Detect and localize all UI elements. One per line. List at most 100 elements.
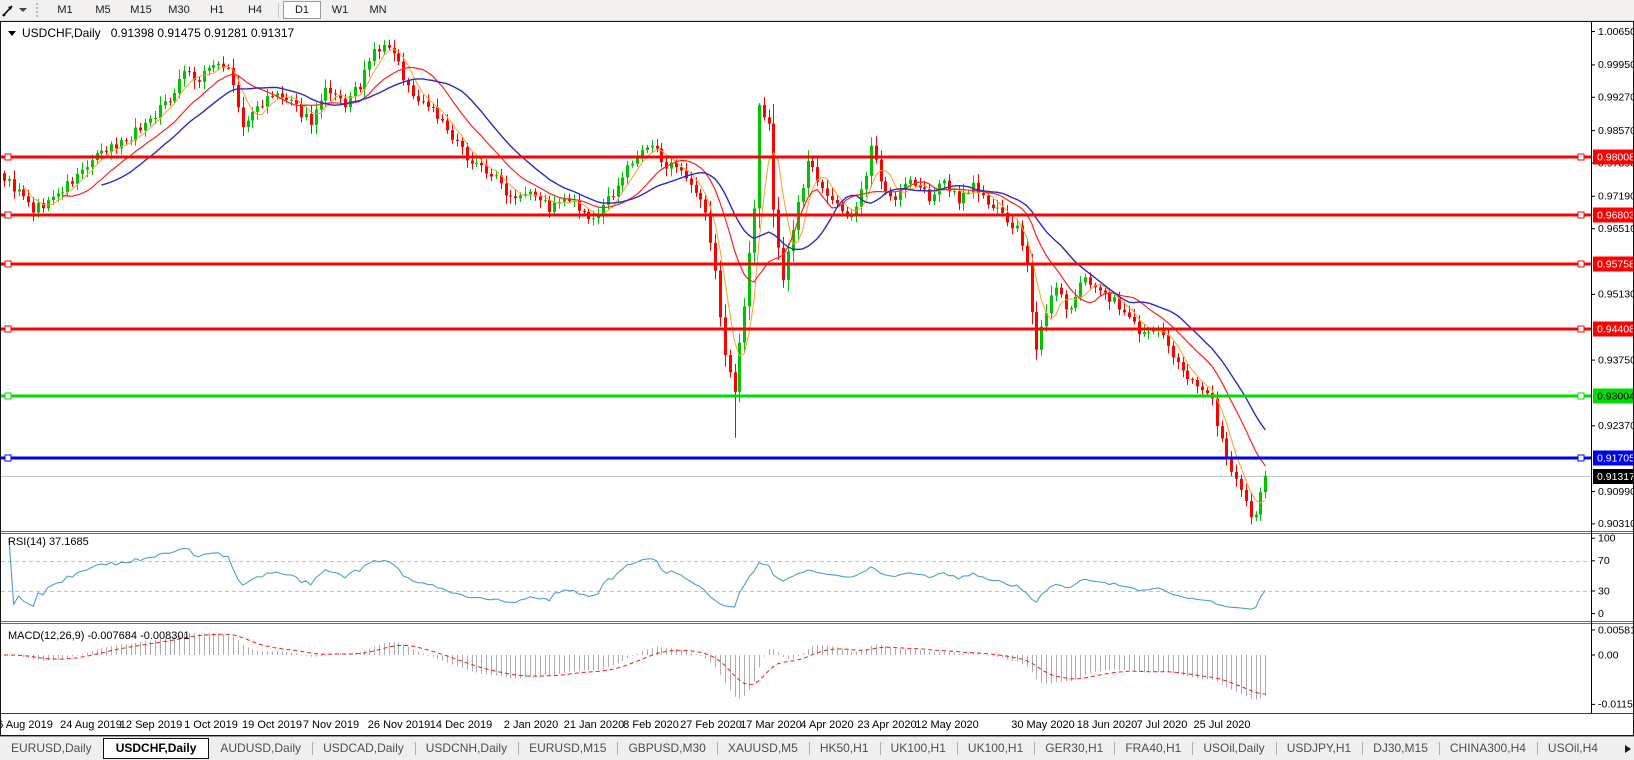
date-label: 25 Jul 2020 bbox=[1193, 719, 1251, 731]
price-tick-label: 0.93750 bbox=[1598, 354, 1633, 366]
macd-tick-label: 0.00 bbox=[1598, 649, 1619, 661]
title-caret-icon[interactable] bbox=[8, 30, 16, 36]
date-label: 27 Feb 2020 bbox=[680, 719, 742, 731]
tab-usoil-h4[interactable]: USOil,H4 bbox=[1536, 738, 1609, 759]
date-label: 18 Jun 2020 bbox=[1076, 719, 1138, 731]
timeframe-button-m5[interactable]: M5 bbox=[84, 1, 122, 19]
date-label: 8 Feb 2020 bbox=[623, 719, 679, 731]
tab-hk50-h1[interactable]: HK50,H1 bbox=[808, 738, 880, 759]
symbol-tabs-bar: EURUSD,Daily USDCHF,Daily AUDUSD,Daily USDC… bbox=[0, 736, 1634, 760]
horizontal-line-0.91705[interactable]: 0.91705 bbox=[1, 450, 1633, 466]
price-tick-label: 0.92370 bbox=[1598, 420, 1633, 432]
tab-eurusd-daily[interactable]: EURUSD,Daily bbox=[0, 738, 103, 759]
tab-gbpusd-m30[interactable]: GBPUSD,M30 bbox=[617, 738, 716, 759]
tab-uk100-h1[interactable]: UK100,H1 bbox=[956, 738, 1034, 759]
timeframe-button-m1[interactable]: M1 bbox=[46, 1, 84, 19]
chart-plot-area[interactable]: 1.006500.999500.992700.985700.978900.971… bbox=[1, 22, 1633, 735]
date-label: 24 Aug 2019 bbox=[60, 719, 122, 731]
date-label: 2 Jan 2020 bbox=[503, 719, 559, 731]
tab-fra40-h1[interactable]: FRA40,H1 bbox=[1114, 738, 1192, 759]
tab-usdjpy-h1[interactable]: USDJPY,H1 bbox=[1275, 738, 1362, 759]
tab-ger30-h1[interactable]: GER30,H1 bbox=[1034, 738, 1114, 759]
date-label: 6 Aug 2019 bbox=[0, 719, 53, 731]
candles-layer bbox=[3, 39, 1267, 525]
price-tick-label: 0.99950 bbox=[1598, 59, 1633, 71]
ma-13-line bbox=[62, 66, 1266, 467]
macd-indicator-label: MACD(12,26,9) -0.007684 -0.008301 bbox=[8, 630, 190, 642]
chart-symbol-label: USDCHF,Daily bbox=[22, 26, 101, 40]
price-line-badge-label: 0.91705 bbox=[1597, 452, 1633, 464]
rsi-line bbox=[8, 538, 1266, 610]
price-line-badge-label: 0.94408 bbox=[1597, 323, 1633, 335]
tabs-scroll-right-icon[interactable] bbox=[1625, 745, 1631, 753]
toolbar-separator bbox=[278, 2, 279, 18]
timeframe-group: M1 M5 M15 M30 H1 H4 D1 W1 MN bbox=[46, 1, 397, 19]
ma-21-line bbox=[101, 78, 1266, 431]
date-label: 12 Sep 2019 bbox=[119, 719, 183, 731]
top-toolbar: M1 M5 M15 M30 H1 H4 D1 W1 MN bbox=[0, 0, 1634, 21]
ma-5-line bbox=[23, 48, 1266, 504]
chart-title: USDCHF,Daily 0.91398 0.91475 0.91281 0.9… bbox=[8, 26, 294, 40]
price-line-badge-label: 0.95758 bbox=[1597, 258, 1633, 270]
timeframe-button-h1[interactable]: H1 bbox=[198, 1, 236, 19]
chevron-down-icon[interactable] bbox=[19, 8, 27, 12]
rsi-panel bbox=[1, 538, 1591, 610]
tab-xauusd-m5[interactable]: XAUUSD,M5 bbox=[716, 738, 809, 759]
price-tick-label: 0.90990 bbox=[1598, 486, 1633, 498]
price-tick-label: 0.96510 bbox=[1598, 223, 1633, 235]
tab-uk100-h1[interactable]: UK100,H1 bbox=[879, 738, 957, 759]
cursor-tool-icon[interactable] bbox=[1, 3, 16, 18]
svg-text:0.91317: 0.91317 bbox=[1597, 471, 1633, 483]
price-line-badge-label: 0.98008 bbox=[1597, 151, 1633, 163]
timeframe-button-m15[interactable]: M15 bbox=[122, 1, 160, 19]
rsi-tick-label: 0 bbox=[1598, 608, 1604, 620]
tab-usdchf-daily[interactable]: USDCHF,Daily bbox=[102, 738, 210, 759]
date-label: 1 Oct 2019 bbox=[184, 719, 238, 731]
chart-ohlc-values: 0.91398 0.91475 0.91281 0.91317 bbox=[110, 26, 295, 40]
horizontal-line-0.94408[interactable]: 0.94408 bbox=[1, 321, 1633, 337]
date-label: 14 Dec 2019 bbox=[429, 719, 493, 731]
price-line-badge-label: 0.96803 bbox=[1597, 209, 1633, 221]
current-price-badge: 0.91317 bbox=[1593, 469, 1633, 484]
date-label: 12 May 2020 bbox=[915, 719, 979, 731]
price-tick-label: 0.95130 bbox=[1598, 289, 1633, 301]
macd-tick-label: -0.011515 bbox=[1598, 699, 1633, 711]
date-label: 7 Nov 2019 bbox=[302, 719, 360, 731]
timeframe-button-d1[interactable]: D1 bbox=[283, 1, 321, 19]
date-label: 21 Jan 2020 bbox=[563, 719, 625, 731]
horizontal-line-0.95758[interactable]: 0.95758 bbox=[1, 256, 1633, 272]
tab-audusd-daily[interactable]: AUDUSD,Daily bbox=[209, 738, 312, 759]
symbol-tabs: EURUSD,Daily USDCHF,Daily AUDUSD,Daily USDC… bbox=[0, 738, 1609, 759]
price-line-badge-label: 0.93004 bbox=[1597, 390, 1633, 402]
date-label: 17 Mar 2020 bbox=[740, 719, 802, 731]
macd-signal-line bbox=[4, 633, 1266, 695]
tab-usoil-daily[interactable]: USOil,Daily bbox=[1192, 738, 1275, 759]
horizontal-line-0.96803[interactable]: 0.96803 bbox=[1, 207, 1633, 223]
macd-tick-label: 0.005818 bbox=[1598, 624, 1633, 636]
tab-dj30-m15[interactable]: DJ30,M15 bbox=[1362, 738, 1439, 759]
price-tick-label: 0.97190 bbox=[1598, 191, 1633, 203]
rsi-tick-label: 100 bbox=[1598, 532, 1616, 544]
price-tick-label: 0.98570 bbox=[1598, 125, 1633, 137]
timeframe-button-w1[interactable]: W1 bbox=[321, 1, 359, 19]
timeframe-button-mn[interactable]: MN bbox=[359, 1, 397, 19]
timeframe-button-h4[interactable]: H4 bbox=[236, 1, 274, 19]
price-axis[interactable]: 1.006500.999500.992700.985700.978900.971… bbox=[1591, 22, 1633, 713]
horizontal-line-0.93004[interactable]: 0.93004 bbox=[1, 388, 1633, 404]
date-label: 7 Jul 2020 bbox=[1136, 719, 1188, 731]
price-tick-label: 0.90310 bbox=[1598, 518, 1633, 530]
date-label: 19 Oct 2019 bbox=[242, 719, 302, 731]
tab-eurusd-m15[interactable]: EURUSD,M15 bbox=[518, 738, 617, 759]
tab-usdcnh-daily[interactable]: USDCNH,Daily bbox=[414, 738, 518, 759]
price-tick-label: 1.00650 bbox=[1598, 26, 1633, 38]
date-label: 30 May 2020 bbox=[1011, 719, 1075, 731]
rsi-indicator-label: RSI(14) 37.1685 bbox=[8, 536, 89, 548]
timeframe-button-m30[interactable]: M30 bbox=[160, 1, 198, 19]
date-label: 4 Apr 2020 bbox=[800, 719, 854, 731]
rsi-tick-label: 70 bbox=[1598, 555, 1610, 567]
tab-china300-h4[interactable]: CHINA300,H4 bbox=[1438, 738, 1537, 759]
rsi-tick-label: 30 bbox=[1598, 585, 1610, 597]
price-tick-label: 0.99270 bbox=[1598, 92, 1633, 104]
tab-usdcad-daily[interactable]: USDCAD,Daily bbox=[312, 738, 415, 759]
date-label: 23 Apr 2020 bbox=[857, 719, 917, 731]
